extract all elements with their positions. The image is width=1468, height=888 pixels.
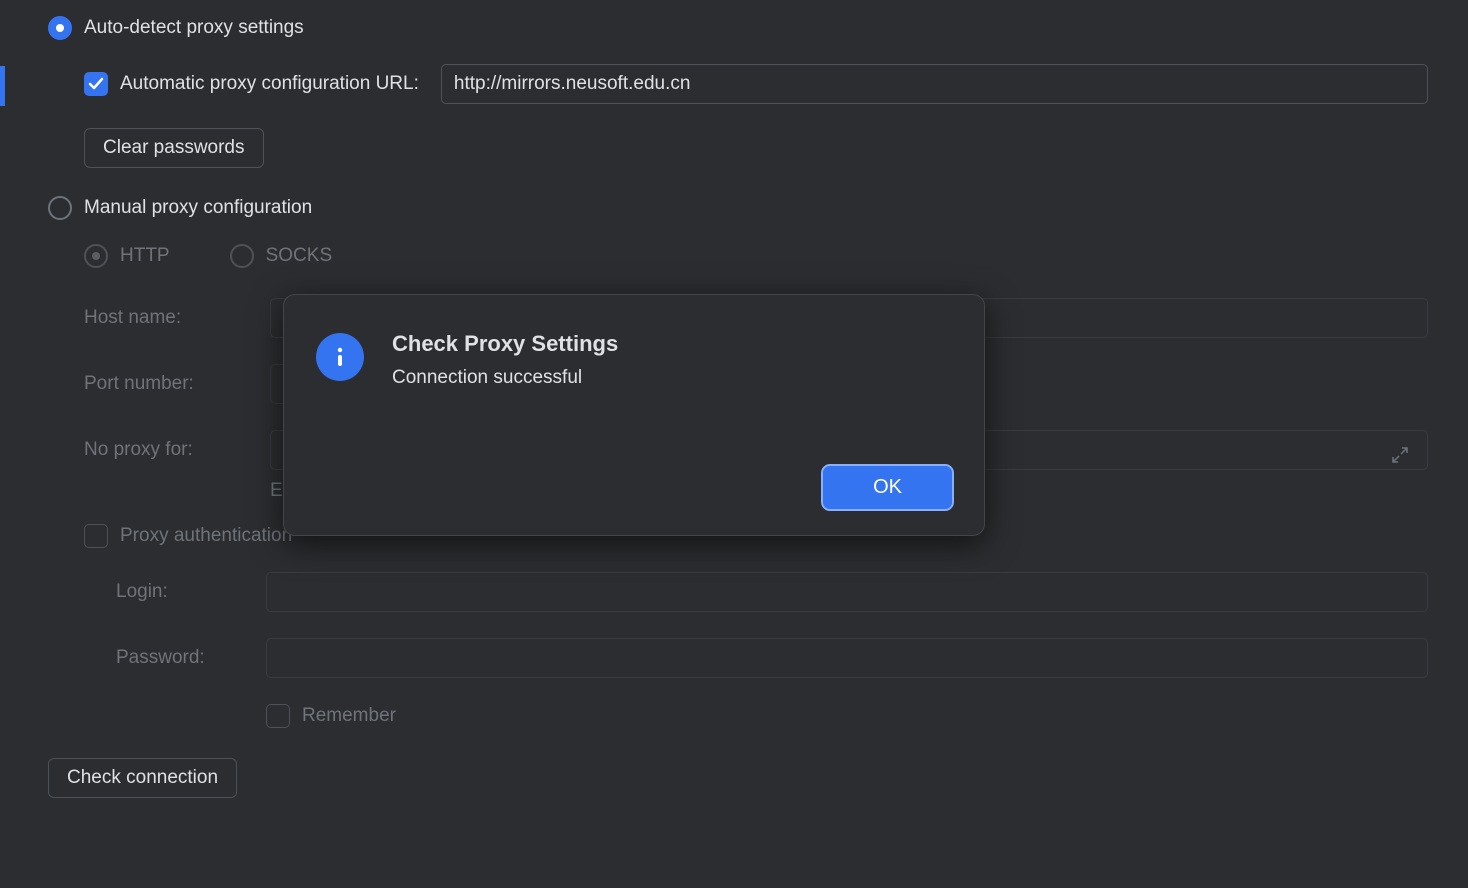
check-connection-button[interactable]: Check connection: [48, 758, 237, 798]
auto-config-url-input[interactable]: [441, 64, 1428, 104]
clear-passwords-row: Clear passwords: [84, 128, 1428, 168]
manual-proxy-row: Manual proxy configuration: [48, 196, 1428, 220]
auto-config-url-checkbox[interactable]: [84, 72, 108, 96]
auto-config-url-row: Automatic proxy configuration URL:: [84, 64, 1428, 104]
auto-detect-radio[interactable]: [48, 16, 72, 40]
password-row: Password:: [116, 638, 1428, 678]
check-proxy-dialog: Check Proxy Settings Connection successf…: [283, 294, 985, 536]
auto-detect-row: Auto-detect proxy settings: [48, 16, 1428, 40]
no-proxy-label: No proxy for:: [84, 439, 270, 461]
login-input: [266, 572, 1428, 612]
protocol-row: HTTP SOCKS: [84, 244, 1428, 268]
manual-proxy-radio[interactable]: [48, 196, 72, 220]
socks-label: SOCKS: [266, 245, 333, 267]
http-radio: [84, 244, 108, 268]
selection-indicator: [0, 66, 5, 106]
proxy-auth-checkbox: [84, 524, 108, 548]
auto-detect-label: Auto-detect proxy settings: [84, 17, 304, 39]
password-input: [266, 638, 1428, 678]
ok-button[interactable]: OK: [823, 466, 952, 509]
dialog-text: Check Proxy Settings Connection successf…: [392, 331, 618, 389]
remember-label: Remember: [302, 705, 396, 727]
check-connection-row: Check connection: [48, 758, 1428, 798]
dialog-message: Connection successful: [392, 367, 618, 389]
manual-proxy-label: Manual proxy configuration: [84, 197, 312, 219]
dialog-body: Check Proxy Settings Connection successf…: [316, 331, 952, 389]
example-text: E: [270, 480, 283, 502]
port-number-label: Port number:: [84, 373, 270, 395]
http-label: HTTP: [120, 245, 170, 267]
host-name-label: Host name:: [84, 307, 270, 329]
login-row: Login:: [116, 572, 1428, 612]
remember-checkbox: [266, 704, 290, 728]
auto-config-url-label: Automatic proxy configuration URL:: [120, 73, 419, 95]
info-icon: [316, 333, 364, 381]
dialog-title: Check Proxy Settings: [392, 331, 618, 357]
remember-row: Remember: [266, 704, 1428, 728]
socks-radio: [230, 244, 254, 268]
login-label: Login:: [116, 581, 266, 603]
proxy-auth-label: Proxy authentication: [120, 525, 292, 547]
password-label: Password:: [116, 647, 266, 669]
clear-passwords-button[interactable]: Clear passwords: [84, 128, 264, 168]
dialog-footer: OK: [316, 466, 952, 509]
